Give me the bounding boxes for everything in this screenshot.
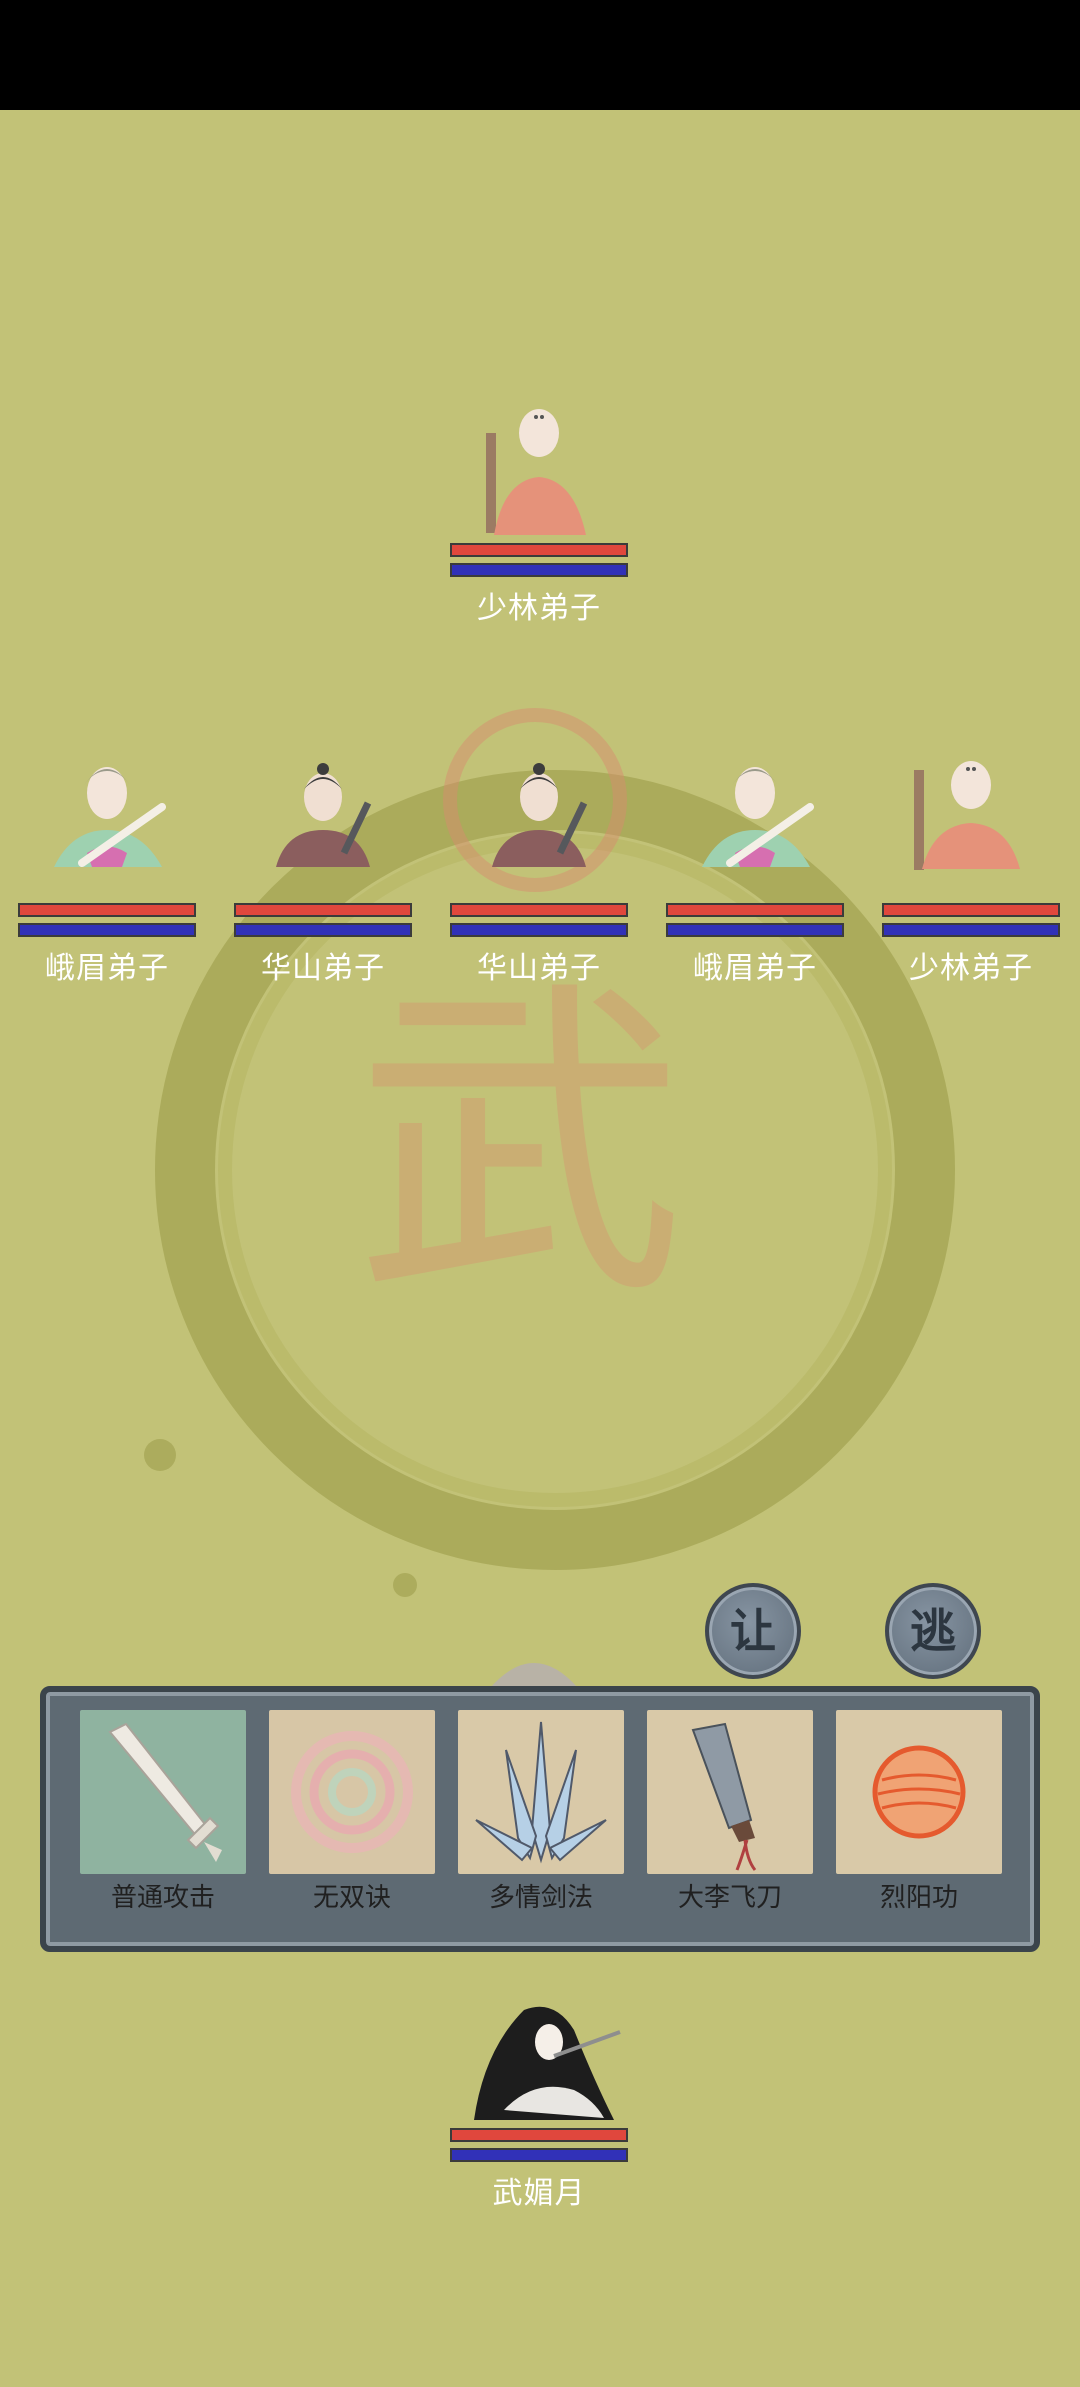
mp-bar bbox=[18, 923, 196, 937]
unit-name: 峨眉弟子 bbox=[45, 951, 169, 986]
sun-orb-icon bbox=[836, 1710, 1002, 1874]
hp-bar bbox=[18, 903, 196, 917]
skill-name: 大李飞刀 bbox=[677, 1883, 782, 1913]
mp-bar bbox=[234, 923, 412, 937]
enemy-unit[interactable]: 少林弟子 bbox=[876, 745, 1066, 987]
emei-disciple-portrait bbox=[54, 767, 166, 867]
unit-name: 少林弟子 bbox=[477, 591, 601, 626]
mp-bar bbox=[882, 923, 1060, 937]
hp-bar bbox=[882, 903, 1060, 917]
skill-panel: 普通攻击 无双诀 多情剑法 大李飞刀 烈阳功 bbox=[40, 1686, 1040, 1952]
skill-slot[interactable]: 普通攻击 bbox=[80, 1710, 246, 1914]
enemy-unit[interactable]: 少林弟子 bbox=[444, 385, 634, 627]
emblem-char: 武 bbox=[355, 954, 685, 1338]
enemy-unit[interactable]: 峨眉弟子 bbox=[660, 745, 850, 987]
skill-slot[interactable]: 多情剑法 bbox=[458, 1710, 624, 1914]
mp-bar bbox=[666, 923, 844, 937]
huashan-disciple-portrait bbox=[276, 763, 372, 867]
mp-bar bbox=[450, 923, 628, 937]
mp-bar bbox=[450, 2148, 628, 2162]
shaolin-disciple-portrait bbox=[486, 409, 586, 535]
emei-disciple-portrait bbox=[702, 767, 814, 867]
skill-name: 无双诀 bbox=[312, 1883, 391, 1913]
mp-bar bbox=[450, 563, 628, 577]
swirl-icon bbox=[269, 1710, 435, 1874]
unit-name: 华山弟子 bbox=[477, 951, 601, 986]
skill-slot[interactable]: 烈阳功 bbox=[836, 1710, 1002, 1914]
hp-bar bbox=[450, 2128, 628, 2142]
sword-icon bbox=[80, 1710, 246, 1874]
skill-slot[interactable]: 大李飞刀 bbox=[647, 1710, 813, 1914]
player-portrait bbox=[474, 2006, 621, 2120]
enemy-unit[interactable]: 华山弟子 bbox=[444, 745, 634, 987]
flying-knife-icon bbox=[647, 1710, 813, 1874]
skill-name: 烈阳功 bbox=[879, 1883, 958, 1913]
hp-bar bbox=[234, 903, 412, 917]
skill-name: 多情剑法 bbox=[488, 1883, 593, 1913]
status-bar bbox=[0, 0, 1080, 110]
huashan-disciple-portrait bbox=[492, 763, 588, 867]
shaolin-disciple-portrait bbox=[914, 761, 1020, 870]
unit-name: 武媚月 bbox=[492, 2176, 586, 2211]
hp-bar bbox=[666, 903, 844, 917]
hp-bar bbox=[450, 903, 628, 917]
player-unit[interactable]: 武媚月 bbox=[444, 1990, 634, 2212]
yield-button[interactable]: 让 bbox=[705, 1583, 801, 1679]
hp-bar bbox=[450, 543, 628, 557]
enemy-unit[interactable]: 峨眉弟子 bbox=[12, 745, 202, 987]
skill-name: 普通攻击 bbox=[110, 1883, 215, 1913]
skill-slot[interactable]: 无双诀 bbox=[269, 1710, 435, 1914]
unit-name: 峨眉弟子 bbox=[693, 951, 817, 986]
blades-icon bbox=[458, 1710, 624, 1874]
ally-head-partial bbox=[490, 1663, 578, 1688]
flee-button[interactable]: 逃 bbox=[885, 1583, 981, 1679]
enemy-unit[interactable]: 华山弟子 bbox=[228, 745, 418, 987]
unit-name: 华山弟子 bbox=[261, 951, 385, 986]
unit-name: 少林弟子 bbox=[909, 951, 1033, 986]
